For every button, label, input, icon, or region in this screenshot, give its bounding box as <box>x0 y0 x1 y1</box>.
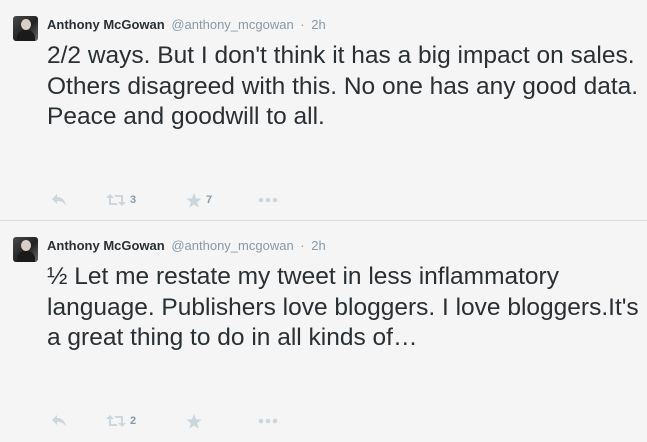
reply-button[interactable] <box>51 193 106 207</box>
retweet-button[interactable]: 2 <box>106 414 186 428</box>
author-name[interactable]: Anthony McGowan <box>47 238 165 253</box>
retweet-count: 3 <box>130 194 137 206</box>
retweet-icon <box>106 194 126 206</box>
favorite-button[interactable]: 7 <box>186 192 258 208</box>
tweet-header: Anthony McGowan @anthony_mcgowan · 2h <box>47 237 326 255</box>
tweet[interactable]: Anthony McGowan @anthony_mcgowan · 2h ½ … <box>0 221 647 441</box>
favorite-button[interactable] <box>186 413 258 429</box>
tweet-text: 2/2 ways. But I don't think it has a big… <box>47 42 639 130</box>
more-icon <box>258 197 278 203</box>
separator: · <box>300 17 305 32</box>
retweet-button[interactable]: 3 <box>106 193 186 207</box>
more-button[interactable] <box>258 197 288 203</box>
star-icon <box>186 192 202 208</box>
star-icon <box>186 413 202 429</box>
reply-icon <box>52 194 66 206</box>
avatar[interactable] <box>13 237 38 262</box>
reply-button[interactable] <box>51 414 106 428</box>
more-icon <box>258 418 278 424</box>
author-handle[interactable]: @anthony_mcgowan <box>171 238 293 253</box>
tweet-feed: Anthony McGowan @anthony_mcgowan · 2h 2/… <box>0 0 647 442</box>
tweet[interactable]: Anthony McGowan @anthony_mcgowan · 2h 2/… <box>0 0 647 220</box>
timestamp[interactable]: 2h <box>311 17 325 32</box>
separator: · <box>300 238 305 253</box>
reply-icon <box>52 415 66 427</box>
retweet-count: 2 <box>130 415 137 427</box>
favorite-count: 7 <box>206 194 213 206</box>
avatar[interactable] <box>13 16 38 41</box>
timestamp[interactable]: 2h <box>311 238 325 253</box>
retweet-icon <box>106 415 126 427</box>
tweet-actions: 2 <box>47 411 288 431</box>
author-handle[interactable]: @anthony_mcgowan <box>171 17 293 32</box>
tweet-header: Anthony McGowan @anthony_mcgowan · 2h <box>47 16 326 34</box>
more-button[interactable] <box>258 418 288 424</box>
tweet-text: ½ Let me restate my tweet in less inflam… <box>47 263 639 351</box>
author-name[interactable]: Anthony McGowan <box>47 17 165 32</box>
tweet-actions: 3 7 <box>47 190 288 210</box>
